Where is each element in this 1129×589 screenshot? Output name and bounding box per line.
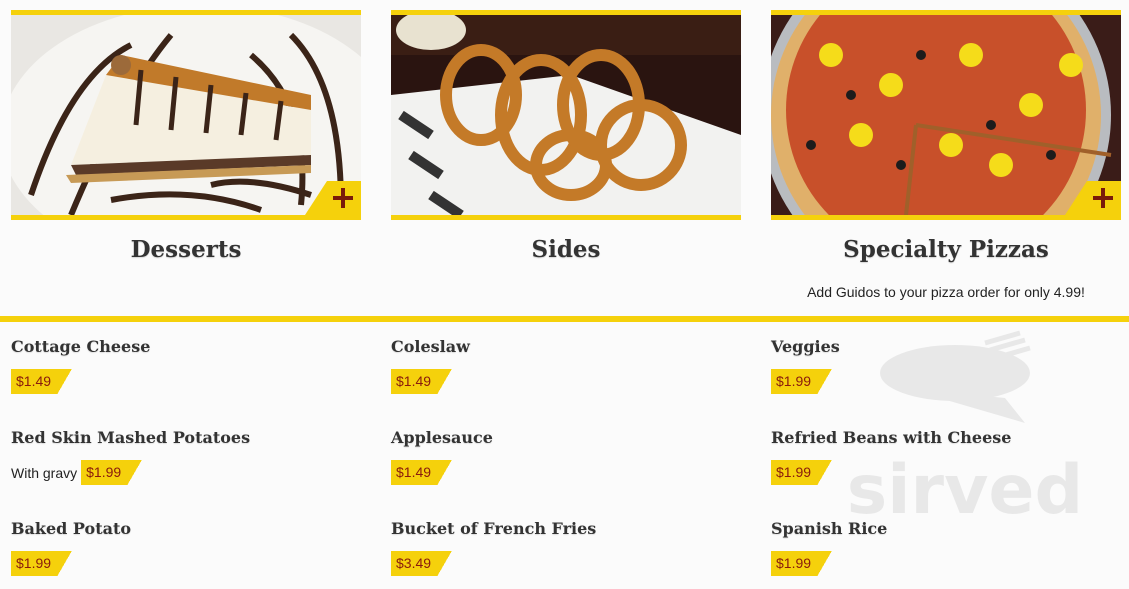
specialty-pizzas-photo[interactable] [771, 10, 1121, 220]
menu-item[interactable]: Baked Potato $1.99 [11, 519, 131, 576]
section-divider [0, 316, 1129, 322]
menu-item[interactable]: Spanish Rice $1.99 [771, 519, 887, 576]
category-card-sides[interactable]: Sides [391, 10, 741, 263]
item-name: Baked Potato [11, 519, 132, 538]
category-card-desserts[interactable]: Desserts [11, 10, 361, 263]
menu-item[interactable]: Red Skin Mashed Potatoes With gravy $1.9… [11, 428, 250, 485]
price-tag: $3.49 [391, 551, 461, 576]
menu-item[interactable]: Veggies $1.99 [771, 337, 841, 394]
price-tag: $1.99 [771, 551, 841, 576]
menu-item[interactable]: Applesauce $1.49 [391, 428, 493, 485]
price-tag: $1.99 [771, 460, 841, 485]
item-description: With gravy [11, 464, 78, 481]
menu-item[interactable]: Refried Beans with Cheese $1.99 [771, 428, 1011, 485]
category-title: Desserts [130, 236, 242, 263]
category-note: Add Guidos to your pizza order for only … [807, 284, 1085, 300]
onion-rings-image [391, 15, 741, 215]
item-name: Bucket of French Fries [391, 519, 597, 538]
item-name: Refried Beans with Cheese [771, 428, 1012, 447]
category-title: Sides [531, 236, 601, 263]
menu-item[interactable]: Coleslaw $1.49 [391, 337, 470, 394]
item-name: Veggies [771, 337, 840, 356]
category-title: Specialty Pizzas [843, 236, 1049, 263]
price-tag: $1.49 [391, 369, 461, 394]
price-tag: $1.49 [391, 460, 461, 485]
add-icon[interactable] [1065, 181, 1121, 215]
item-name: Red Skin Mashed Potatoes [11, 428, 251, 447]
price-tag: $1.99 [81, 460, 152, 485]
price-tag: $1.49 [11, 369, 81, 394]
price-tag: $1.99 [11, 551, 81, 576]
item-name: Coleslaw [391, 337, 470, 356]
item-name: Applesauce [391, 428, 493, 447]
item-name: Spanish Rice [771, 519, 888, 538]
add-icon[interactable] [305, 181, 361, 215]
menu-item[interactable]: Cottage Cheese $1.49 [11, 337, 150, 394]
menu-item[interactable]: Bucket of French Fries $3.49 [391, 519, 596, 576]
knife-fork-icon [880, 330, 1031, 423]
category-card-specialty-pizzas[interactable]: Specialty Pizzas [771, 10, 1121, 263]
sides-photo[interactable] [391, 10, 741, 220]
item-name: Cottage Cheese [11, 337, 151, 356]
desserts-photo[interactable] [11, 10, 361, 220]
price-tag: $1.99 [771, 369, 841, 394]
